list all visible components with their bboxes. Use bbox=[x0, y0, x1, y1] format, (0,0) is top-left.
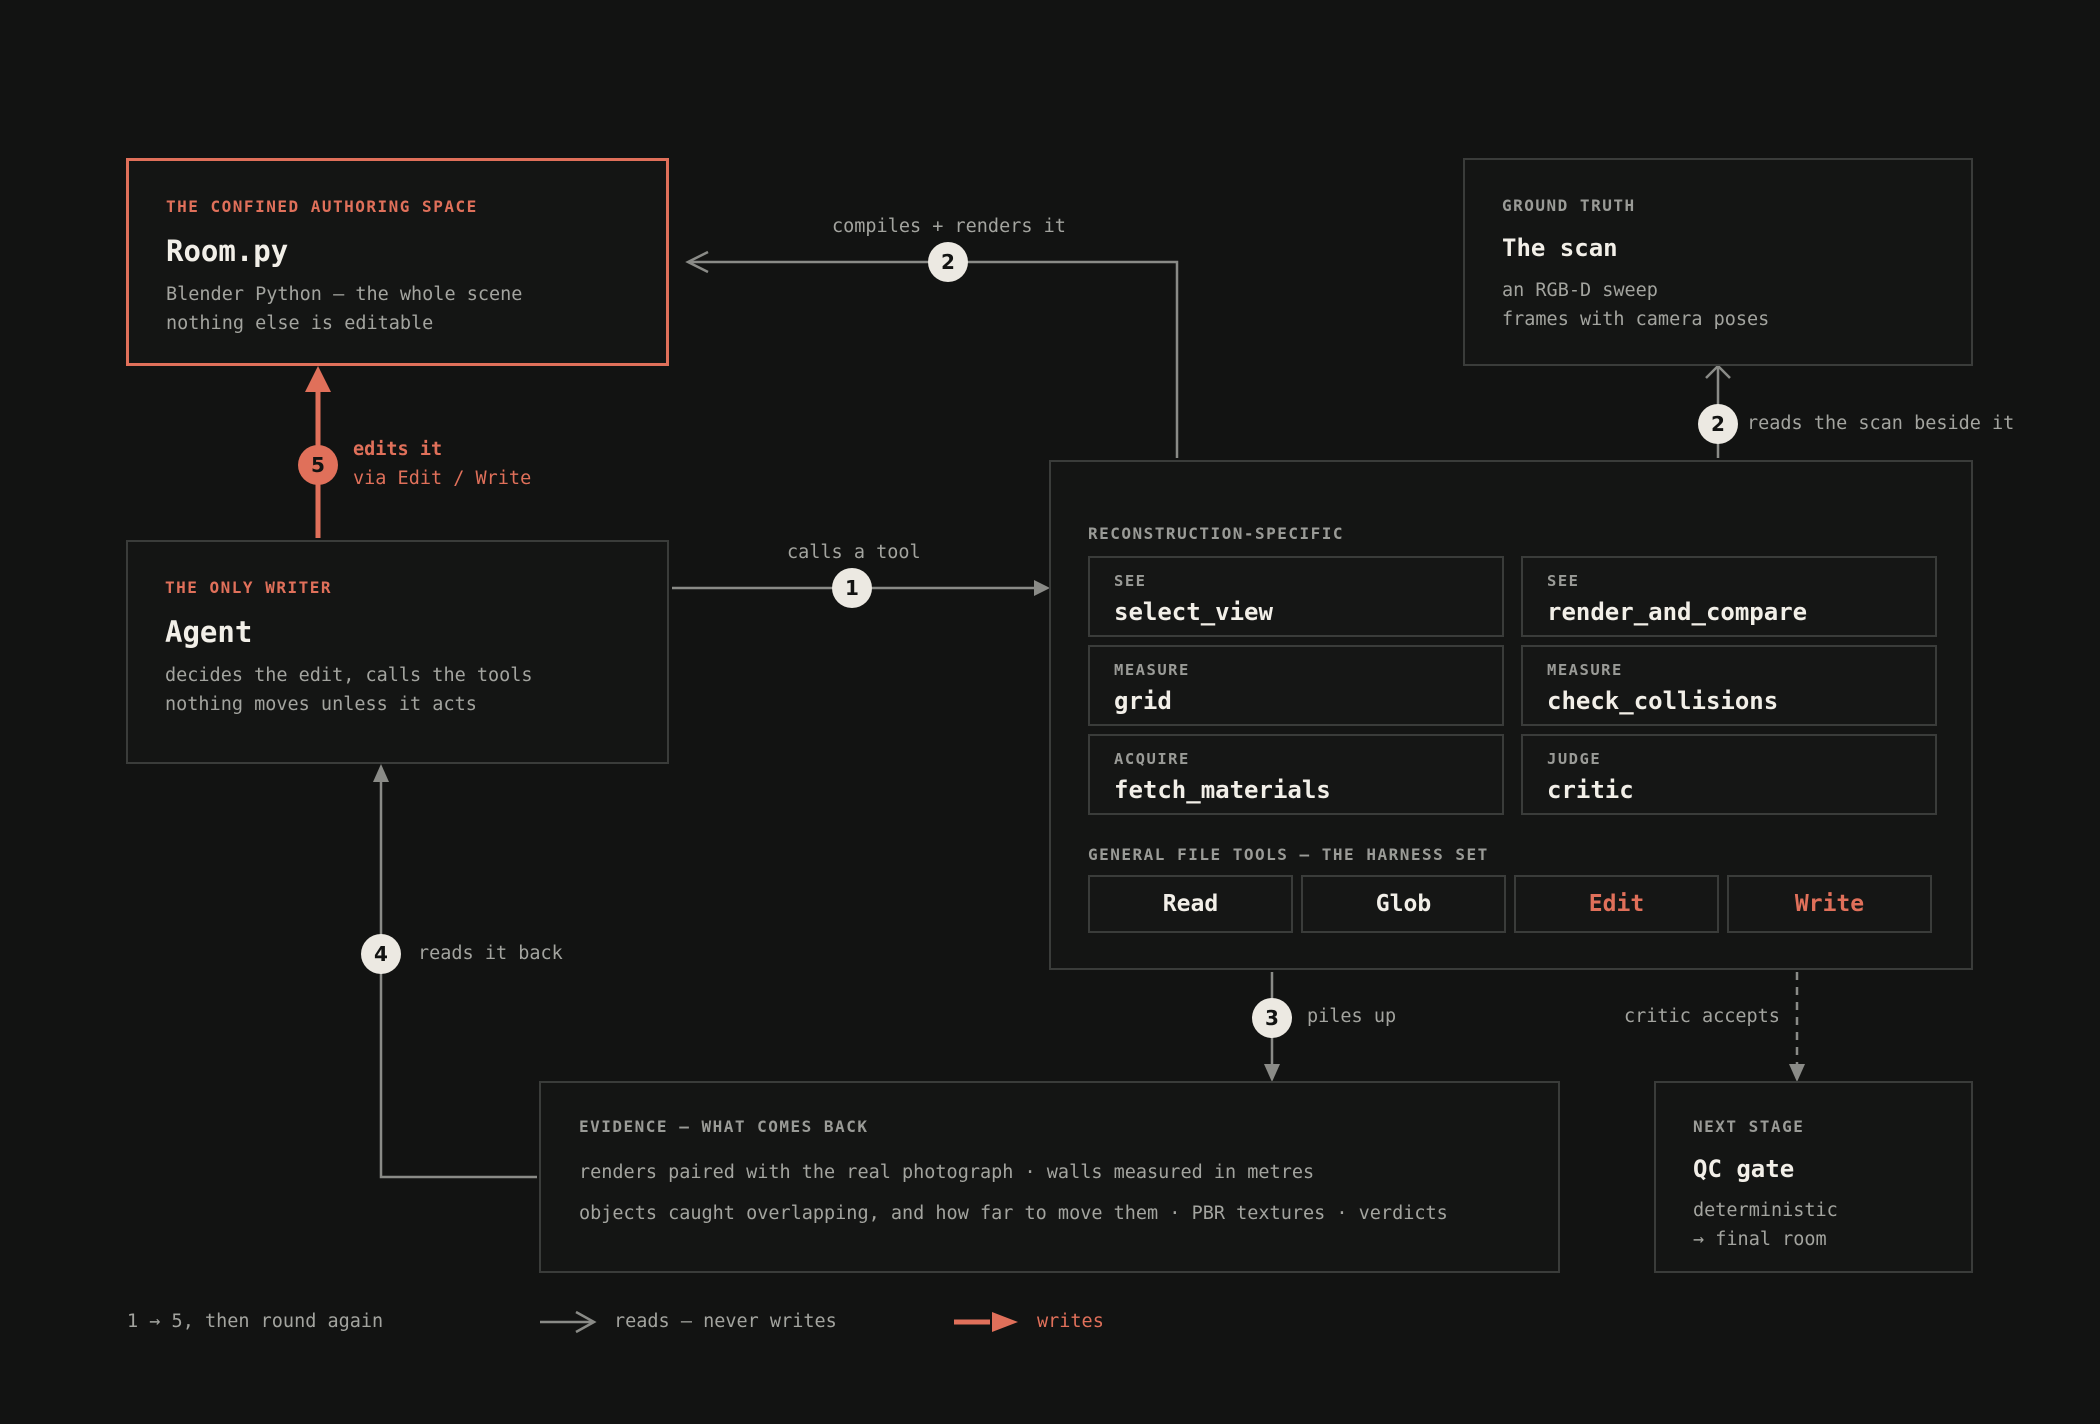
evidence-desc-1: renders paired with the real photograph … bbox=[579, 1162, 1315, 1183]
tool-fetch-materials[interactable]: ACQUIRE fetch_materials bbox=[1088, 734, 1504, 815]
tool-category: MEASURE bbox=[1547, 661, 1623, 679]
tool-render-and-compare[interactable]: SEE render_and_compare bbox=[1521, 556, 1937, 637]
edge-label-critic: critic accepts bbox=[1624, 1006, 1780, 1027]
tool-name: render_and_compare bbox=[1547, 598, 1808, 626]
edge-reads-back-arrowhead bbox=[373, 764, 389, 782]
tool-grid[interactable]: MEASURE grid bbox=[1088, 645, 1504, 726]
agent-node: THE ONLY WRITER Agent decides the edit, … bbox=[126, 540, 669, 764]
scan-title: The scan bbox=[1502, 234, 1618, 262]
room-kicker: THE CONFINED AUTHORING SPACE bbox=[166, 197, 478, 216]
tool-name: grid bbox=[1114, 687, 1172, 715]
evidence-kicker: EVIDENCE — WHAT COMES BACK bbox=[579, 1117, 869, 1136]
legend-reads: reads — never writes bbox=[614, 1311, 837, 1332]
edge-edits-arrowhead bbox=[305, 366, 331, 392]
tool-name: critic bbox=[1547, 776, 1634, 804]
scan-kicker: GROUND TRUTH bbox=[1502, 196, 1636, 215]
scan-node: GROUND TRUTH The scan an RGB-D sweep fra… bbox=[1463, 158, 1973, 366]
tools-section-general: GENERAL FILE TOOLS — THE HARNESS SET bbox=[1088, 845, 1489, 864]
tool-category: SEE bbox=[1114, 572, 1147, 590]
qc-desc-1: deterministic bbox=[1693, 1200, 1838, 1221]
edge-compiles bbox=[688, 260, 1179, 458]
tool-name: select_view bbox=[1114, 598, 1273, 626]
scan-desc-1: an RGB-D sweep bbox=[1502, 280, 1658, 301]
edge-label-edits: edits it bbox=[353, 439, 443, 460]
agent-desc-2: nothing moves unless it acts bbox=[165, 694, 477, 715]
room-node: THE CONFINED AUTHORING SPACE Room.py Ble… bbox=[126, 158, 669, 366]
step-badge-2-compiles: 2 bbox=[928, 242, 968, 282]
tool-critic[interactable]: JUDGE critic bbox=[1521, 734, 1937, 815]
file-tool-glob[interactable]: Glob bbox=[1301, 875, 1506, 933]
evidence-desc-2: objects caught overlapping, and how far … bbox=[579, 1203, 1448, 1224]
qc-title: QC gate bbox=[1693, 1155, 1795, 1183]
tool-name: fetch_materials bbox=[1114, 776, 1331, 804]
room-title: Room.py bbox=[166, 234, 289, 268]
edge-piles-arrowhead bbox=[1264, 1064, 1280, 1082]
step-badge-5: 5 bbox=[298, 445, 338, 485]
agent-desc-1: decides the edit, calls the tools bbox=[165, 665, 533, 686]
tools-section-reconstruction: RECONSTRUCTION-SPECIFIC bbox=[1088, 524, 1345, 543]
tool-category: SEE bbox=[1547, 572, 1580, 590]
tools-panel: RECONSTRUCTION-SPECIFIC SEE select_view … bbox=[1049, 460, 1973, 970]
file-tool-read[interactable]: Read bbox=[1088, 875, 1293, 933]
agent-kicker: THE ONLY WRITER bbox=[165, 578, 332, 597]
tool-category: MEASURE bbox=[1114, 661, 1190, 679]
edge-critic-arrowhead bbox=[1789, 1064, 1805, 1082]
legend-cycle: 1 → 5, then round again bbox=[127, 1311, 384, 1332]
room-desc-2: nothing else is editable bbox=[166, 313, 434, 334]
tool-name: check_collisions bbox=[1547, 687, 1779, 715]
edge-calls-arrowhead bbox=[1034, 580, 1050, 596]
tool-select-view[interactable]: SEE select_view bbox=[1088, 556, 1504, 637]
tool-check-collisions[interactable]: MEASURE check_collisions bbox=[1521, 645, 1937, 726]
edge-label-piles: piles up bbox=[1307, 1006, 1397, 1027]
edge-label-compiles: compiles + renders it bbox=[832, 216, 1066, 237]
legend-writes: writes bbox=[1037, 1311, 1104, 1332]
step-badge-4: 4 bbox=[361, 934, 401, 974]
scan-desc-2: frames with camera poses bbox=[1502, 309, 1770, 330]
room-desc-1: Blender Python — the whole scene bbox=[166, 284, 523, 305]
qc-node: NEXT STAGE QC gate deterministic → final… bbox=[1654, 1081, 1973, 1273]
tool-category: ACQUIRE bbox=[1114, 750, 1190, 768]
evidence-node: EVIDENCE — WHAT COMES BACK renders paire… bbox=[539, 1081, 1560, 1273]
step-badge-2-scan: 2 bbox=[1698, 404, 1738, 444]
edge-label-reads-scan: reads the scan beside it bbox=[1747, 413, 2015, 434]
edge-label-edits-sub: via Edit / Write bbox=[353, 468, 532, 489]
legend-writes-arrowhead bbox=[992, 1312, 1018, 1332]
edge-label-calls: calls a tool bbox=[787, 542, 921, 563]
agent-title: Agent bbox=[165, 615, 253, 649]
step-badge-3: 3 bbox=[1252, 998, 1292, 1038]
qc-desc-2: → final room bbox=[1693, 1229, 1827, 1250]
file-tool-write[interactable]: Write bbox=[1727, 875, 1932, 933]
edge-label-reads-back: reads it back bbox=[418, 943, 563, 964]
tool-category: JUDGE bbox=[1547, 750, 1602, 768]
qc-kicker: NEXT STAGE bbox=[1693, 1117, 1805, 1136]
step-badge-1: 1 bbox=[832, 568, 872, 608]
edge-reads-back bbox=[379, 782, 537, 1179]
file-tool-edit[interactable]: Edit bbox=[1514, 875, 1719, 933]
